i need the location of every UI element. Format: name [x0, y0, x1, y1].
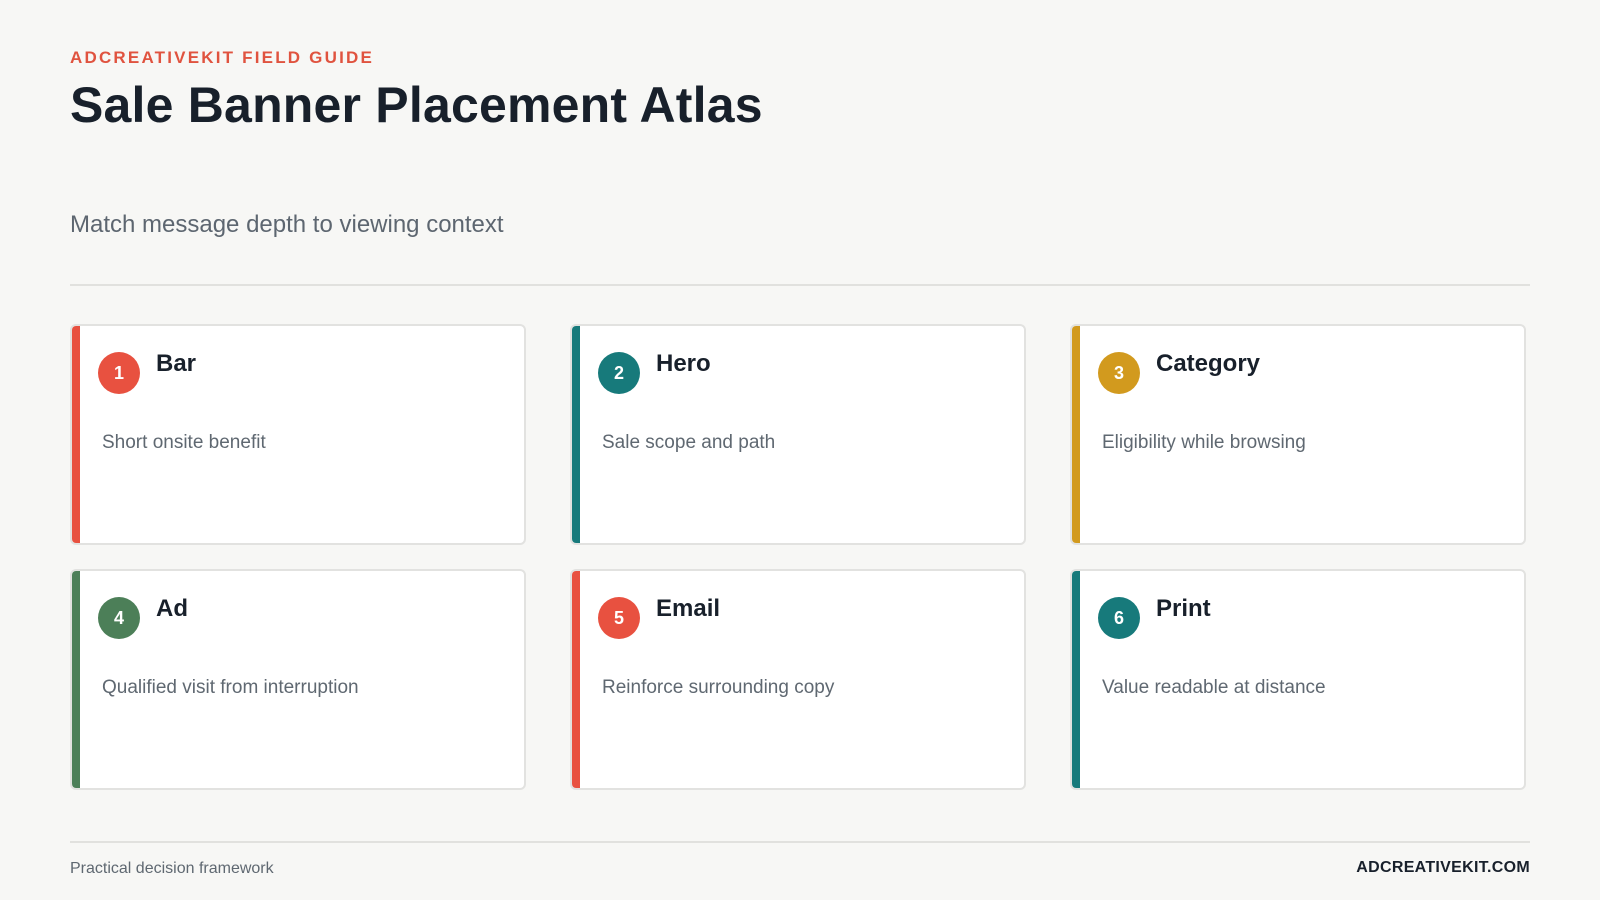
card-description: Qualified visit from interruption — [102, 677, 359, 698]
card-accent-bar — [572, 571, 580, 788]
card-description: Sale scope and path — [602, 432, 776, 453]
placement-card-grid: 1 Bar Short onsite benefit 2 Hero Sale s… — [70, 324, 1526, 790]
number-badge: 5 — [598, 597, 640, 639]
card-title: Print — [1156, 595, 1211, 622]
card-accent-bar — [1072, 326, 1080, 543]
card-title: Category — [1156, 350, 1261, 377]
page-subtitle: Match message depth to viewing context — [70, 211, 504, 238]
number-badge: 6 — [1098, 597, 1140, 639]
card-accent-bar — [72, 326, 80, 543]
number-badge: 2 — [598, 352, 640, 394]
top-divider — [70, 284, 1530, 286]
number-badge: 1 — [98, 352, 140, 394]
card-description: Reinforce surrounding copy — [602, 677, 835, 698]
placement-card-ad: 4 Ad Qualified visit from interruption — [70, 569, 526, 790]
card-accent-bar — [1072, 571, 1080, 788]
number-badge: 3 — [1098, 352, 1140, 394]
card-accent-bar — [72, 571, 80, 788]
number-badge: 4 — [98, 597, 140, 639]
page-title: Sale Banner Placement Atlas — [70, 77, 763, 133]
placement-card-category: 3 Category Eligibility while browsing — [1070, 324, 1526, 545]
placement-card-print: 6 Print Value readable at distance — [1070, 569, 1526, 790]
placement-card-email: 5 Email Reinforce surrounding copy — [570, 569, 1026, 790]
card-description: Value readable at distance — [1102, 677, 1326, 698]
footer-tagline: Practical decision framework — [70, 860, 274, 877]
card-title: Hero — [656, 350, 711, 377]
card-description: Eligibility while browsing — [1102, 432, 1306, 453]
card-title: Ad — [156, 595, 188, 622]
card-description: Short onsite benefit — [102, 432, 266, 453]
placement-card-hero: 2 Hero Sale scope and path — [570, 324, 1026, 545]
placement-card-bar: 1 Bar Short onsite benefit — [70, 324, 526, 545]
card-title: Email — [656, 595, 721, 622]
card-title: Bar — [156, 350, 197, 377]
card-accent-bar — [572, 326, 580, 543]
eyebrow-label: ADCREATIVEKIT FIELD GUIDE — [70, 48, 375, 67]
footer-brand-url: ADCREATIVEKIT.COM — [1356, 859, 1530, 876]
page: ADCREATIVEKIT FIELD GUIDE Sale Banner Pl… — [0, 0, 1600, 900]
bottom-divider — [70, 841, 1530, 843]
